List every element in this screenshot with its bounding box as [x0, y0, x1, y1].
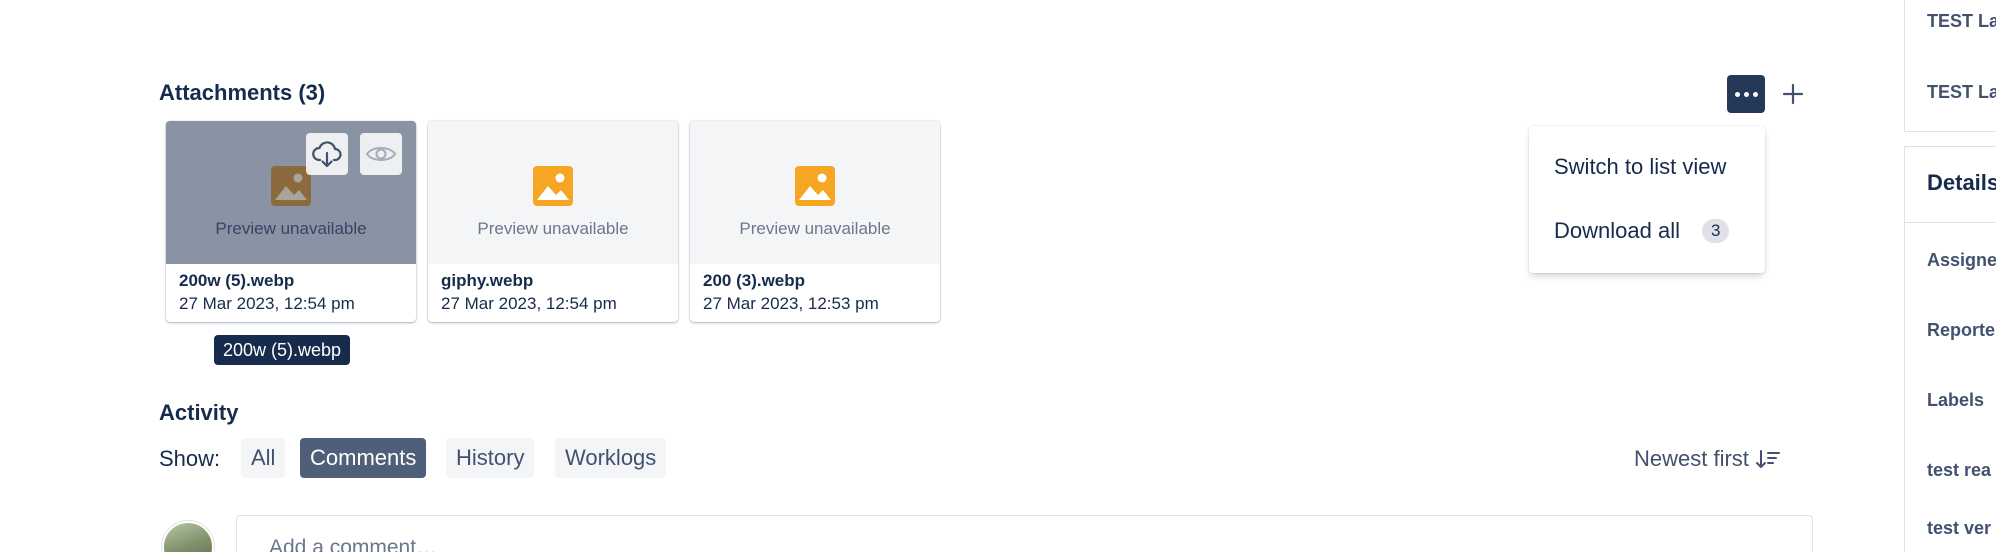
- image-icon: [533, 166, 573, 206]
- attachment-thumbnail[interactable]: Preview unavailable: [166, 121, 416, 264]
- cloud-download-icon: [312, 141, 342, 168]
- right-panel-field-label: test rea: [1927, 460, 1992, 480]
- attachments-heading: Attachments (3): [159, 80, 326, 105]
- preview-attachment-button[interactable]: [360, 133, 402, 175]
- attachment-date: 27 Mar 2023, 12:54 pm: [441, 294, 617, 313]
- assignee-field-label: Assigne: [1927, 250, 1996, 270]
- download-all-item[interactable]: Download all 3: [1554, 218, 1730, 244]
- right-panel-field-label: test ver: [1927, 518, 1992, 538]
- attachment-card[interactable]: Preview unavailable 200w (5).webp 27 Mar…: [166, 121, 416, 322]
- attachment-file-name: 200 (3).webp: [703, 271, 806, 290]
- add-attachment-button[interactable]: [1777, 78, 1809, 110]
- attachments-more-button[interactable]: [1727, 75, 1765, 113]
- add-comment-placeholder: Add a comment…: [269, 536, 438, 552]
- filter-all-button[interactable]: All: [241, 438, 286, 478]
- sort-descending-icon: [1755, 450, 1780, 468]
- file-name-tooltip: 200w (5).webp: [214, 335, 351, 365]
- right-panel-border: [1904, 0, 1905, 132]
- right-panel-border: [1904, 146, 1905, 552]
- right-panel-divider: [1904, 131, 1996, 132]
- attachment-thumbnail[interactable]: Preview unavailable: [690, 121, 940, 264]
- right-panel-item[interactable]: TEST La: [1927, 11, 1996, 32]
- sort-order-label: Newest first: [1634, 446, 1749, 471]
- right-panel-divider: [1904, 146, 1996, 147]
- download-count-badge: 3: [1701, 219, 1730, 243]
- activity-heading: Activity: [159, 400, 239, 425]
- attachment-file-name: 200w (5).webp: [179, 271, 295, 290]
- filter-comments-button[interactable]: Comments: [300, 438, 427, 478]
- attachment-date: 27 Mar 2023, 12:53 pm: [703, 294, 879, 313]
- download-attachment-button[interactable]: [306, 133, 348, 175]
- plus-icon: [1782, 83, 1804, 105]
- right-panel-item[interactable]: TEST La: [1927, 82, 1996, 103]
- preview-unavailable-text: Preview unavailable: [739, 219, 891, 238]
- switch-to-list-view-item[interactable]: Switch to list view: [1554, 154, 1726, 180]
- attachment-file-name: giphy.webp: [441, 271, 534, 290]
- attachment-thumbnail[interactable]: Preview unavailable: [428, 121, 678, 264]
- image-icon: [271, 166, 311, 206]
- reporter-field-label: Reporte: [1927, 320, 1996, 340]
- attachment-date: 27 Mar 2023, 12:54 pm: [179, 294, 355, 313]
- labels-field-label: Labels: [1927, 390, 1985, 410]
- attachment-card[interactable]: Preview unavailable giphy.webp 27 Mar 20…: [428, 121, 678, 322]
- sort-order-button[interactable]: Newest first: [1634, 446, 1781, 472]
- preview-unavailable-text: Preview unavailable: [215, 219, 367, 238]
- show-label: Show:: [159, 446, 221, 471]
- right-panel-divider: [1904, 222, 1996, 223]
- ellipsis-icon: [1734, 91, 1740, 97]
- filter-history-button[interactable]: History: [446, 438, 535, 478]
- filter-worklogs-button[interactable]: Worklogs: [555, 438, 667, 478]
- details-heading[interactable]: Details: [1927, 170, 1996, 196]
- preview-unavailable-text: Preview unavailable: [477, 219, 629, 238]
- attachment-card[interactable]: Preview unavailable 200 (3).webp 27 Mar …: [690, 121, 940, 322]
- download-all-label: Download all: [1554, 218, 1680, 243]
- attachments-menu: Switch to list view Download all 3: [1529, 126, 1765, 273]
- switch-to-list-view-label: Switch to list view: [1554, 154, 1727, 179]
- user-avatar: [162, 521, 214, 552]
- image-icon: [795, 166, 835, 206]
- eye-icon: [365, 147, 397, 161]
- add-comment-input[interactable]: Add a comment…: [236, 515, 1813, 552]
